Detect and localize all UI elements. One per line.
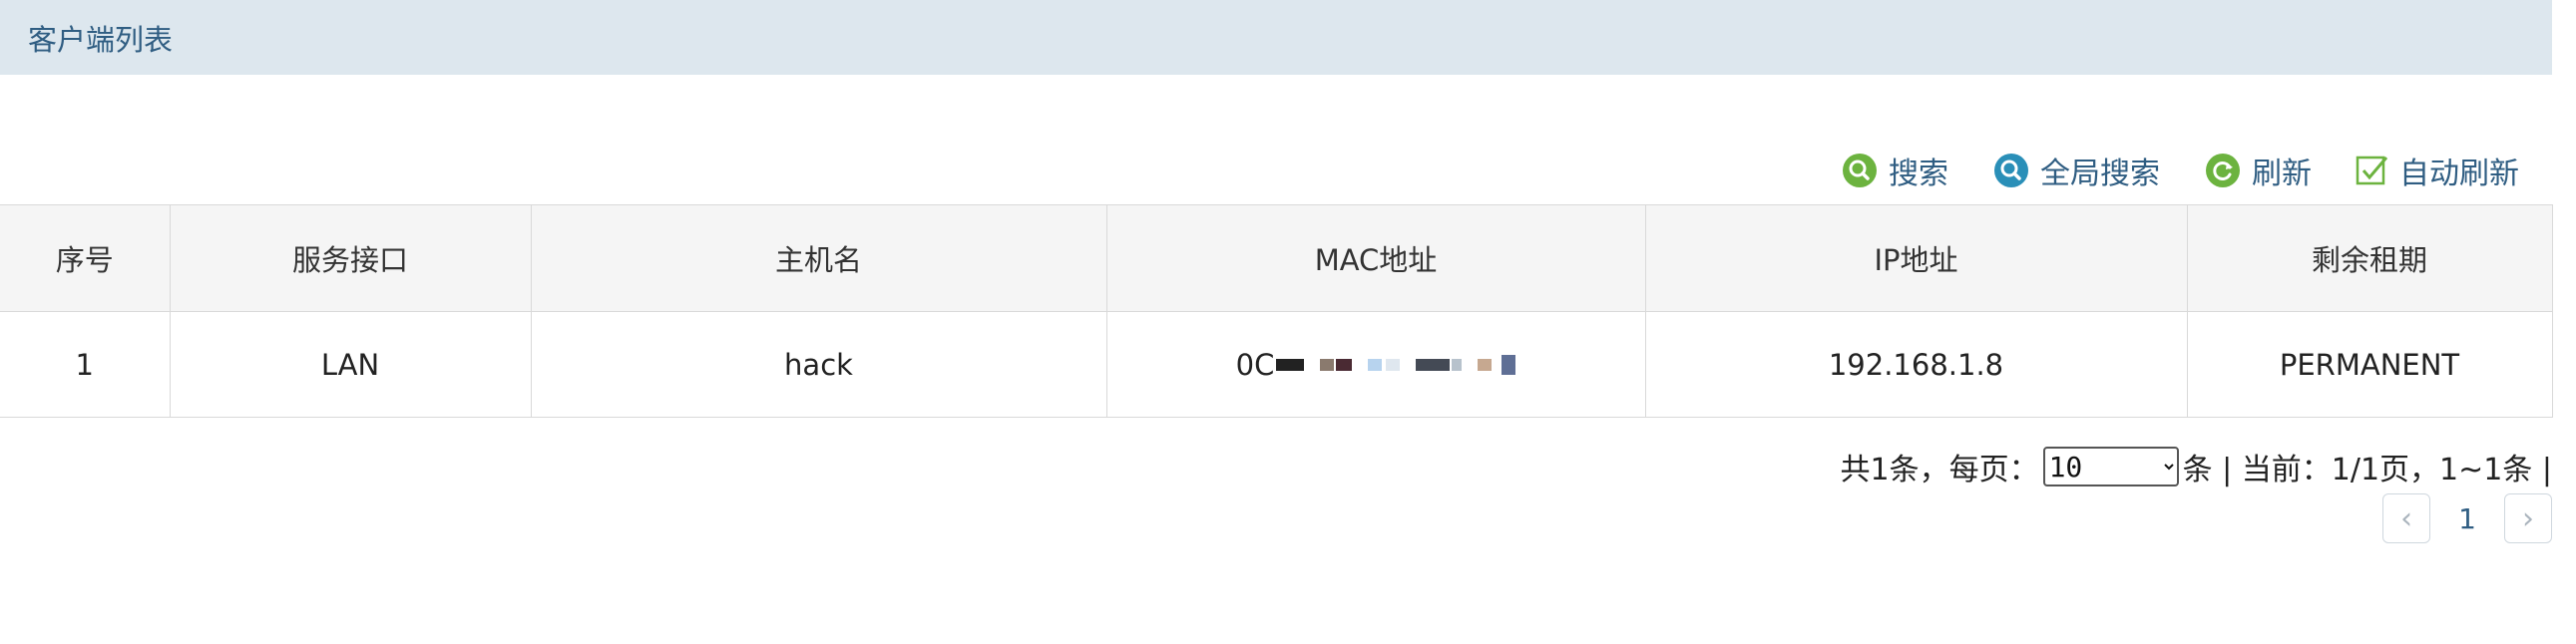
pagination-summary: 共1条，每页： 10 条 | 当前：1/1页，1~1条 | xyxy=(1840,445,2552,488)
checkbox-checked-icon[interactable] xyxy=(2356,154,2389,187)
column-header-index: 序号 xyxy=(0,204,171,312)
cell-interface: LAN xyxy=(169,311,532,418)
global-search-icon xyxy=(1992,152,2030,189)
mac-prefix: 0C xyxy=(1235,347,1275,382)
auto-refresh-toggle[interactable]: 自动刷新 xyxy=(2356,149,2519,192)
toolbar: 搜索 全局搜索 刷新 自动刷新 xyxy=(1841,146,2519,195)
column-header-hostname: 主机名 xyxy=(530,204,1107,312)
column-header-interface: 服务接口 xyxy=(169,204,532,312)
chevron-right-icon: › xyxy=(2522,500,2534,536)
table-header-row: 序号 服务接口 主机名 MAC地址 IP地址 剩余租期 xyxy=(0,204,2553,312)
search-label: 搜索 xyxy=(1889,157,1948,191)
redaction-block xyxy=(1386,358,1401,371)
total-count-label: 共1条，每页： xyxy=(1840,453,2039,487)
search-button[interactable]: 搜索 xyxy=(1841,149,1948,192)
client-table: 序号 服务接口 主机名 MAC地址 IP地址 剩余租期 1 LAN hack 0… xyxy=(0,204,2553,418)
page-summary-label: 条 | 当前：1/1页，1~1条 | xyxy=(2182,453,2552,487)
refresh-label: 刷新 xyxy=(2252,157,2312,191)
global-search-button[interactable]: 全局搜索 xyxy=(1992,149,2160,192)
page-title-bar: 客户端列表 xyxy=(0,0,2552,75)
current-page-number[interactable]: 1 xyxy=(2458,502,2476,535)
redaction-block xyxy=(1336,358,1353,371)
table-row: 1 LAN hack 0C 192.168.1.8 PERMANENT xyxy=(0,311,2553,418)
redaction-block xyxy=(1320,358,1335,371)
cell-hostname: hack xyxy=(530,311,1107,418)
redaction-block xyxy=(1276,358,1305,371)
global-search-label: 全局搜索 xyxy=(2040,157,2160,191)
search-icon xyxy=(1841,152,1879,189)
column-header-lease: 剩余租期 xyxy=(2186,204,2553,312)
cell-index: 1 xyxy=(0,311,171,418)
cell-lease: PERMANENT xyxy=(2186,311,2553,418)
page-size-select[interactable]: 10 xyxy=(2042,447,2179,486)
auto-refresh-label: 自动刷新 xyxy=(2399,157,2519,191)
redaction-block xyxy=(1452,358,1463,371)
cell-mac: 0C xyxy=(1105,311,1646,418)
page-title: 客户端列表 xyxy=(28,22,174,57)
redaction-block xyxy=(1416,358,1451,371)
pagination-nav: ‹ 1 › xyxy=(2382,490,2552,546)
column-header-ip: IP地址 xyxy=(1644,204,2188,312)
mac-address-redacted: 0C xyxy=(1236,348,1516,382)
chevron-left-icon: ‹ xyxy=(2400,500,2413,536)
next-page-button[interactable]: › xyxy=(2504,493,2552,543)
redaction-block xyxy=(1368,358,1383,371)
redaction-block xyxy=(1478,358,1493,371)
redaction-block xyxy=(1502,354,1516,375)
refresh-button[interactable]: 刷新 xyxy=(2204,149,2312,192)
cell-ip: 192.168.1.8 xyxy=(1644,311,2188,418)
prev-page-button[interactable]: ‹ xyxy=(2382,493,2431,543)
column-header-mac: MAC地址 xyxy=(1105,204,1646,312)
refresh-icon xyxy=(2204,152,2242,189)
